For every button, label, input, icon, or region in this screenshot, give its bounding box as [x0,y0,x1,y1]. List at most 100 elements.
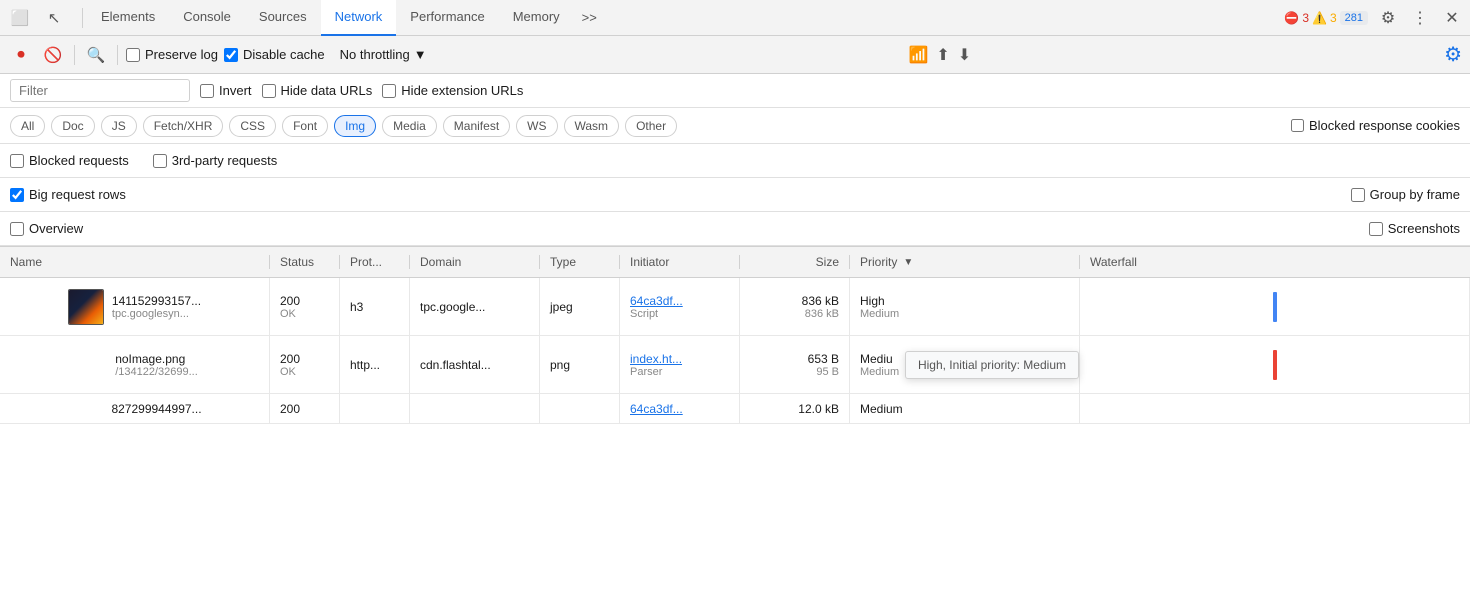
hide-extension-urls-label[interactable]: Hide extension URLs [382,83,523,98]
cell-type-3 [540,394,620,423]
options-row-1: Blocked requests 3rd-party requests [0,144,1470,178]
upload-icon[interactable]: ⬆ [936,45,949,65]
big-request-rows-label[interactable]: Big request rows [10,187,126,202]
network-toolbar: ⏺ 🚫 🔍 Preserve log Disable cache No thro… [0,36,1470,74]
cell-status-2: 200 OK [270,336,340,393]
type-btn-media[interactable]: Media [382,115,437,137]
cell-protocol-3 [340,394,410,423]
col-header-domain[interactable]: Domain [410,255,540,269]
tab-more[interactable]: >> [574,0,605,36]
toolbar-divider-1 [74,45,75,65]
device-toolbar-icon[interactable]: ⬜ [6,4,34,32]
preserve-log-label[interactable]: Preserve log [126,47,218,62]
more-options-icon[interactable]: ⋮ [1408,6,1432,30]
disable-cache-checkbox[interactable] [224,48,238,62]
tab-sources[interactable]: Sources [245,0,321,36]
stop-recording-button[interactable]: ⏺ [8,42,34,68]
type-btn-manifest[interactable]: Manifest [443,115,510,137]
devtools-icons: ⬜ ↖ [6,4,68,32]
type-btn-ws[interactable]: WS [516,115,557,137]
table-row[interactable]: noImage.png /134122/32699... 200 OK http… [0,336,1470,394]
col-header-initiator[interactable]: Initiator [620,255,740,269]
type-btn-other[interactable]: Other [625,115,677,137]
search-button[interactable]: 🔍 [83,42,109,68]
col-header-status[interactable]: Status [270,255,340,269]
group-by-frame-checkbox[interactable] [1351,188,1365,202]
col-header-name[interactable]: Name [0,255,270,269]
options-row-3: Overview Screenshots [0,212,1470,246]
download-icon[interactable]: ⬇ [958,45,971,65]
network-settings-icon[interactable]: ⚙ [1444,44,1462,66]
blocked-cookies-checkbox[interactable] [1291,119,1304,132]
type-btn-doc[interactable]: Doc [51,115,94,137]
type-btn-fetch[interactable]: Fetch/XHR [143,115,224,137]
cell-initiator-2: index.ht... Parser [620,336,740,393]
overview-label[interactable]: Overview [10,221,83,236]
tab-elements[interactable]: Elements [87,0,169,36]
cell-priority-3: Medium [850,394,1080,423]
col-header-waterfall[interactable]: Waterfall [1080,255,1470,269]
cell-name-3: 827299944997... [0,394,270,423]
overview-checkbox[interactable] [10,222,24,236]
third-party-checkbox[interactable] [153,154,167,168]
throttle-select[interactable]: No throttling ▼ [331,43,436,66]
type-btn-wasm[interactable]: Wasm [564,115,620,137]
thumbnail-1 [68,289,104,325]
filter-row: Invert Hide data URLs Hide extension URL… [0,74,1470,108]
col-header-size[interactable]: Size [740,255,850,269]
screenshots-label[interactable]: Screenshots [1369,221,1460,236]
preserve-log-checkbox[interactable] [126,48,140,62]
type-btn-img[interactable]: Img [334,115,376,137]
tab-network[interactable]: Network [321,0,397,36]
third-party-label[interactable]: 3rd-party requests [153,153,278,168]
col-header-priority[interactable]: Priority ▼ [850,255,1080,269]
warn-icon: ⚠️ [1312,11,1327,25]
col-header-protocol[interactable]: Prot... [340,255,410,269]
disable-cache-label[interactable]: Disable cache [224,47,325,62]
blocked-cookies-label[interactable]: Blocked response cookies [1291,118,1460,133]
priority-tooltip: High, Initial priority: Medium [905,351,1079,379]
close-icon[interactable]: ✕ [1440,6,1464,30]
error-badge: ⛔ 3 ⚠️ 3 281 [1284,11,1368,25]
wifi-icon: 📶 [908,45,928,65]
screenshots-checkbox[interactable] [1369,222,1383,236]
tab-divider-1 [82,8,83,28]
cell-domain-1: tpc.google... [410,278,540,335]
blocked-requests-checkbox[interactable] [10,154,24,168]
cell-size-3: 12.0 kB [740,394,850,423]
tab-console[interactable]: Console [169,0,245,36]
col-header-type[interactable]: Type [540,255,620,269]
name-inner-1: 141152993157... tpc.googlesyn... [112,294,201,320]
cell-protocol-2: http... [340,336,410,393]
hide-data-urls-label[interactable]: Hide data URLs [262,83,373,98]
filter-input[interactable] [10,79,190,102]
toolbar-right: 📶 ⬆ ⬇ [908,45,971,65]
cell-priority-1: High Medium [850,278,1080,335]
tab-performance[interactable]: Performance [396,0,498,36]
type-btn-css[interactable]: CSS [229,115,276,137]
type-btn-all[interactable]: All [10,115,45,137]
hide-data-urls-checkbox[interactable] [262,84,276,98]
big-request-rows-checkbox[interactable] [10,188,24,202]
cell-domain-2: cdn.flashtal... [410,336,540,393]
group-by-frame-label[interactable]: Group by frame [1351,187,1460,202]
invert-label[interactable]: Invert [200,83,252,98]
settings-icon[interactable]: ⚙ [1376,6,1400,30]
inspect-icon[interactable]: ↖ [40,4,68,32]
hide-extension-urls-checkbox[interactable] [382,84,396,98]
cell-type-1: jpeg [540,278,620,335]
cell-initiator-3: 64ca3df... [620,394,740,423]
cell-status-1: 200 OK [270,278,340,335]
invert-checkbox[interactable] [200,84,214,98]
clear-log-button[interactable]: 🚫 [40,42,66,68]
info-badge: 281 [1340,11,1368,25]
blocked-requests-label[interactable]: Blocked requests [10,153,129,168]
cell-waterfall-3 [1080,394,1470,423]
type-btn-font[interactable]: Font [282,115,328,137]
tab-bar-right: ⛔ 3 ⚠️ 3 281 ⚙ ⋮ ✕ [1284,6,1464,30]
type-btn-js[interactable]: JS [101,115,137,137]
table-row[interactable]: 141152993157... tpc.googlesyn... 200 OK … [0,278,1470,336]
options-right-2: Group by frame [1351,187,1460,202]
table-row[interactable]: 827299944997... 200 64ca3df... 12.0 kB M… [0,394,1470,424]
tab-memory[interactable]: Memory [499,0,574,36]
